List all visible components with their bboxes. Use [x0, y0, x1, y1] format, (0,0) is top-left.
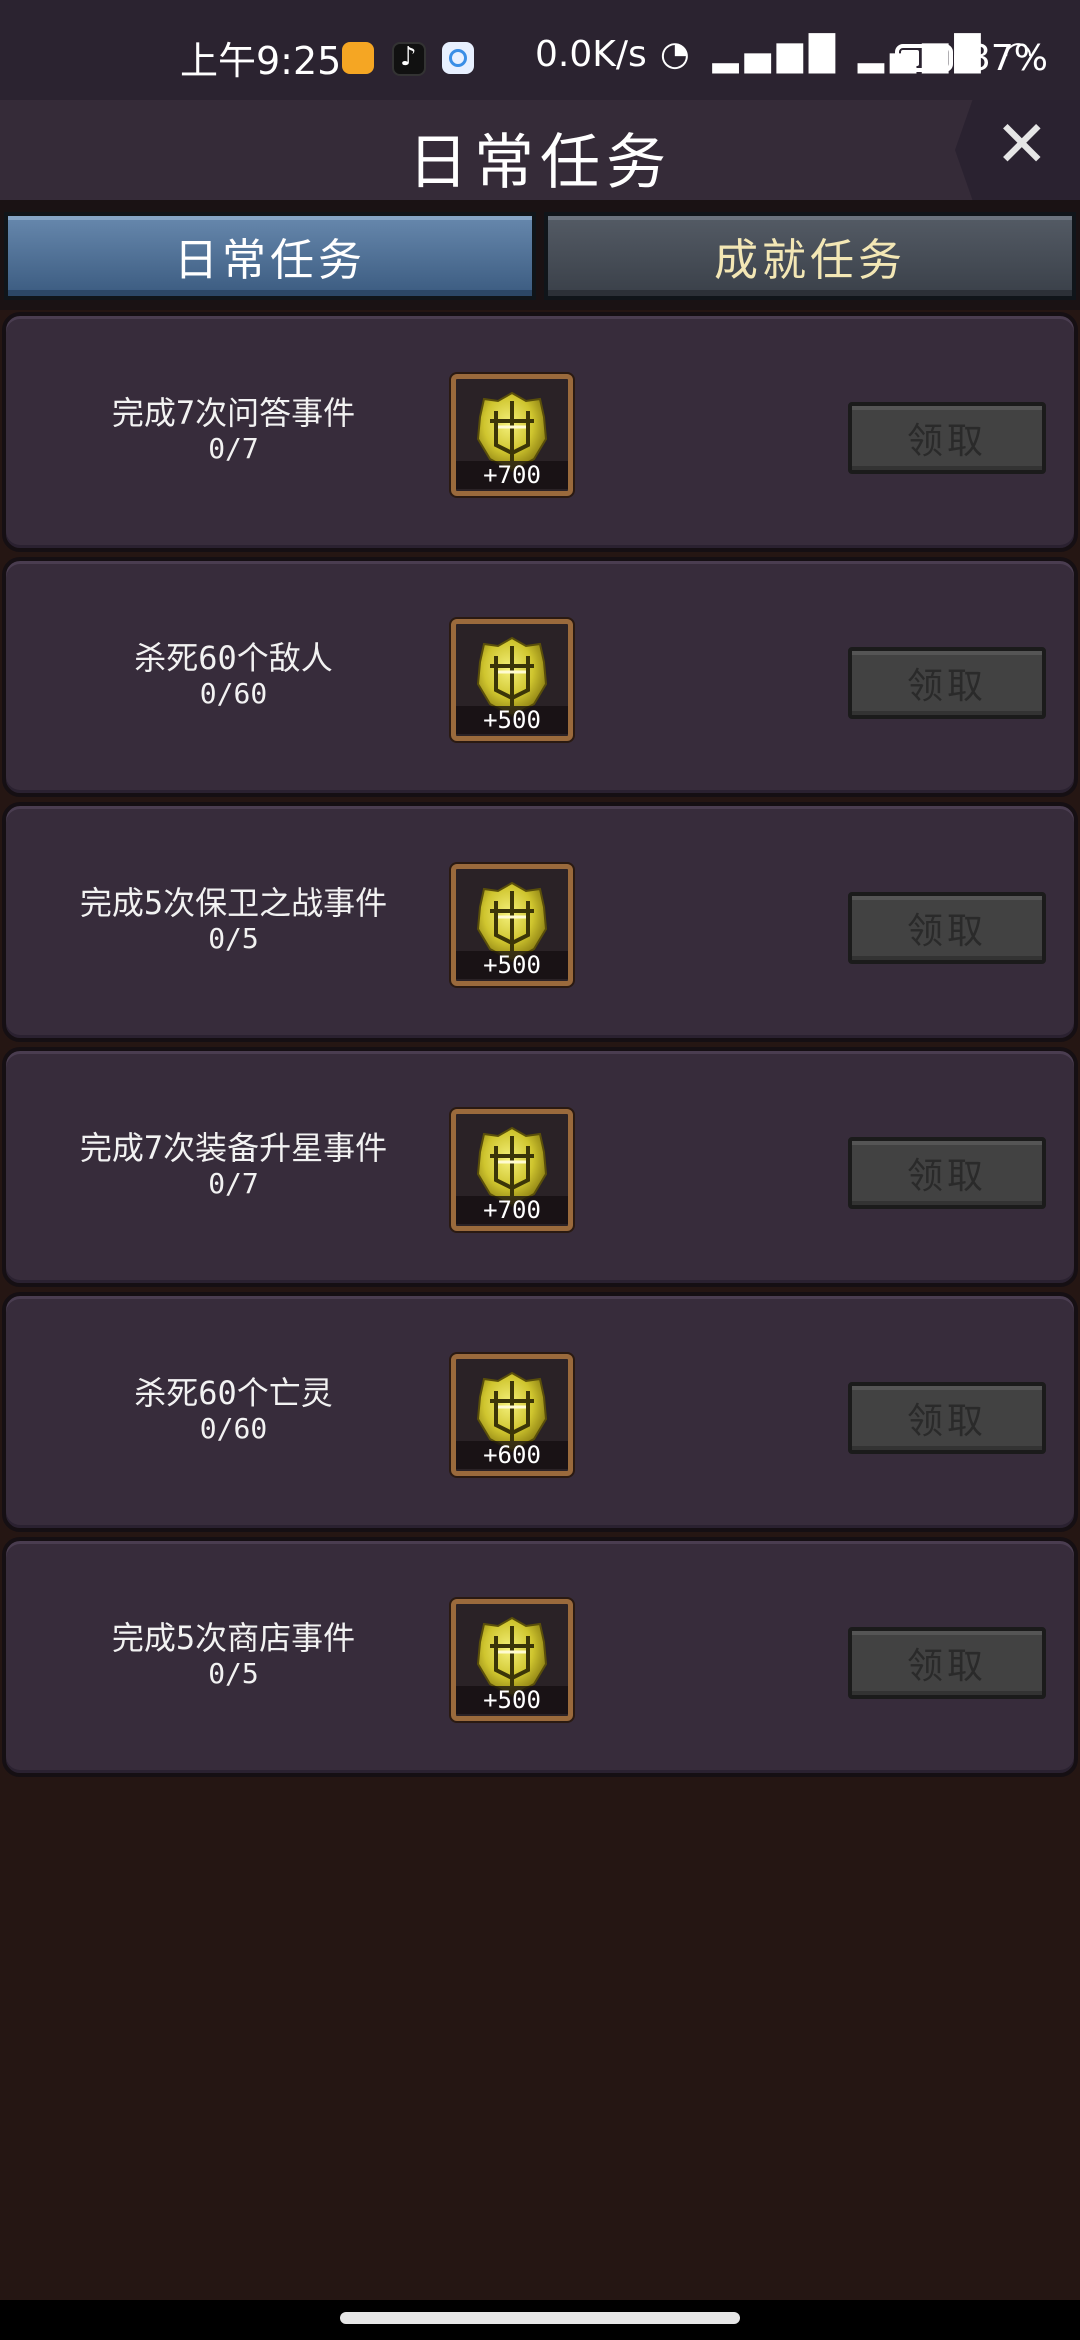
battery-icon — [895, 44, 959, 72]
screen: 上午9:25 0.0K/s ◔ ▂▄▆█ ▂▄▆█ ◠ 37% 日常任务 ✕ 日… — [0, 0, 1080, 2340]
reward-box: +500 — [451, 619, 573, 741]
task-card: 完成7次问答事件 0/7 +700 领取 — [2, 312, 1078, 552]
tab-achievement-tasks[interactable]: 成就任务 — [544, 212, 1076, 300]
reward-box: +700 — [451, 374, 573, 496]
task-progress: 0/60 — [199, 677, 268, 710]
task-text: 完成7次装备升星事件 0/7 — [26, 1129, 441, 1201]
claim-button[interactable]: 领取 — [848, 647, 1046, 719]
task-card: 完成5次商店事件 0/5 +500 领取 — [2, 1537, 1078, 1777]
claim-button[interactable]: 领取 — [848, 1382, 1046, 1454]
page-title: 日常任务 — [408, 128, 672, 198]
task-card: 杀死60个敌人 0/60 +500 领取 — [2, 557, 1078, 797]
claim-button[interactable]: 领取 — [848, 1137, 1046, 1209]
reward-amount: +500 — [456, 706, 568, 734]
tab-bar: 日常任务 成就任务 — [0, 200, 1080, 310]
task-progress: 0/7 — [208, 432, 259, 465]
task-progress: 0/7 — [208, 1167, 259, 1200]
task-text: 完成7次问答事件 0/7 — [26, 394, 441, 466]
close-icon: ✕ — [995, 108, 1049, 182]
notification-app-icon — [342, 42, 374, 74]
reward-amount: +700 — [456, 461, 568, 489]
tiktok-icon — [392, 42, 426, 76]
task-text: 杀死60个敌人 0/60 — [26, 639, 441, 711]
task-title: 完成5次保卫之战事件 — [79, 884, 388, 922]
task-card: 完成7次装备升星事件 0/7 +700 领取 — [2, 1047, 1078, 1287]
claim-button[interactable]: 领取 — [848, 1627, 1046, 1699]
task-title: 完成5次商店事件 — [111, 1619, 356, 1657]
reward-amount: +500 — [456, 1686, 568, 1714]
task-title: 完成7次装备升星事件 — [79, 1129, 388, 1167]
network-speed: 0.0K/s — [535, 34, 647, 75]
navigation-bar — [0, 2300, 1080, 2340]
task-card: 杀死60个亡灵 0/60 +600 领取 — [2, 1292, 1078, 1532]
battery-percent: 37% — [968, 38, 1049, 79]
cloud-app-icon — [442, 42, 474, 74]
task-text: 完成5次保卫之战事件 0/5 — [26, 884, 441, 956]
task-text: 完成5次商店事件 0/5 — [26, 1619, 441, 1691]
reward-box: +500 — [451, 864, 573, 986]
reward-box: +500 — [451, 1599, 573, 1721]
task-title: 杀死60个亡灵 — [134, 1374, 333, 1412]
reward-amount: +500 — [456, 951, 568, 979]
task-progress: 0/5 — [208, 1657, 259, 1690]
task-progress: 0/5 — [208, 922, 259, 955]
tab-daily-tasks[interactable]: 日常任务 — [4, 212, 536, 300]
reward-box: +600 — [451, 1354, 573, 1476]
claim-button[interactable]: 领取 — [848, 892, 1046, 964]
task-title: 完成7次问答事件 — [111, 394, 356, 432]
reward-amount: +600 — [456, 1441, 568, 1469]
task-title: 杀死60个敌人 — [134, 639, 333, 677]
reward-amount: +700 — [456, 1196, 568, 1224]
task-list: 完成7次问答事件 0/7 +700 领取 杀死60个敌人 0/60 +500 领… — [0, 312, 1080, 1782]
task-progress: 0/60 — [199, 1412, 268, 1445]
close-button[interactable]: ✕ — [955, 100, 1080, 200]
task-card: 完成5次保卫之战事件 0/5 +500 领取 — [2, 802, 1078, 1042]
task-text: 杀死60个亡灵 0/60 — [26, 1374, 441, 1446]
claim-button[interactable]: 领取 — [848, 402, 1046, 474]
status-bar: 上午9:25 0.0K/s ◔ ▂▄▆█ ▂▄▆█ ◠ 37% — [0, 0, 1080, 100]
status-time: 上午9:25 — [180, 39, 342, 83]
reward-box: +700 — [451, 1109, 573, 1231]
home-gesture-handle[interactable] — [340, 2312, 740, 2324]
header: 日常任务 ✕ — [0, 100, 1080, 200]
